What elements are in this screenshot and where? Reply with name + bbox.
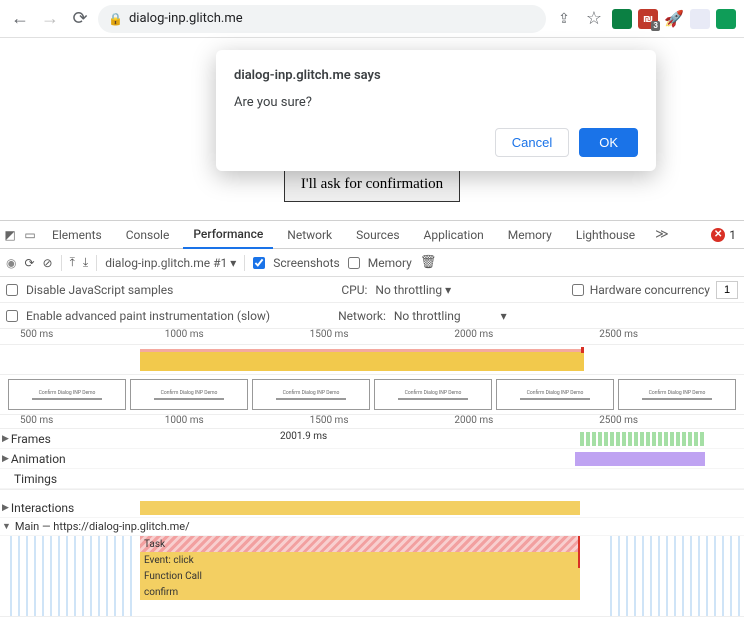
reload-button[interactable]: ⟳ [68,7,92,31]
main-thread-label: Main — https://dialog-inp.glitch.me/ [15,520,190,533]
inspect-icon[interactable]: ◩ [2,228,18,242]
hw-concurrency-checkbox[interactable] [572,284,584,296]
filmstrip-frame[interactable]: Confirm Dialog INP Demo [252,379,370,410]
network-throttle-select[interactable]: No throttling▾ [394,309,514,323]
upload-icon[interactable]: ⤒ [70,255,75,270]
address-bar[interactable]: 🔒 dialog-inp.glitch.me [98,5,546,33]
flame-chart[interactable]: Task Event: click Function Call confirm [0,536,744,616]
cancel-button[interactable]: Cancel [495,128,569,157]
filmstrip[interactable]: Confirm Dialog INP Demo Confirm Dialog I… [0,375,744,415]
track-list: ▶Frames 2001.9 ms ▶Animation Timings [0,429,744,490]
track-list-2: ▶Interactions ▼ Main — https://dialog-in… [0,498,744,617]
timings-track[interactable]: Timings [0,469,744,489]
extension-icon-1[interactable] [612,9,632,29]
perf-settings-row-1: Disable JavaScript samples CPU: No throt… [0,277,744,303]
interactions-track[interactable]: ▶Interactions [0,498,744,518]
chevron-right-icon: ▶ [2,503,9,513]
disable-js-label: Disable JavaScript samples [26,283,173,297]
reload-record-button[interactable]: ⟳ [24,256,34,270]
extension-icon-4[interactable] [690,9,710,29]
device-icon[interactable]: ▭ [22,228,38,242]
gc-icon[interactable]: 🗑 [420,255,437,270]
tab-console[interactable]: Console [116,221,180,249]
hw-concurrency-input[interactable] [716,281,738,299]
cpu-label: CPU: [341,283,367,297]
screenshots-checkbox[interactable] [253,257,265,269]
extension-icon-5[interactable] [716,9,736,29]
frames-track[interactable]: ▶Frames 2001.9 ms [0,429,744,449]
paint-label: Enable advanced paint instrumentation (s… [26,309,270,323]
tab-application[interactable]: Application [414,221,494,249]
hw-concurrency-label: Hardware concurrency [590,283,710,297]
error-icon: ✕ [711,228,725,242]
perf-settings-row-2: Enable advanced paint instrumentation (s… [0,303,744,329]
more-tabs-icon[interactable]: ≫ [649,227,675,242]
dialog-title: dialog-inp.glitch.me says [234,68,638,83]
overview-ruler[interactable]: 500 ms 1000 ms 1500 ms 2000 ms 2500 ms [0,329,744,345]
devtools-tabbar: ◩ ▭ Elements Console Performance Network… [0,221,744,249]
filmstrip-frame[interactable]: Confirm Dialog INP Demo [618,379,736,410]
chevron-down-icon: ▼ [2,521,11,532]
tab-lighthouse[interactable]: Lighthouse [566,221,645,249]
chevron-right-icon: ▶ [2,434,9,444]
filmstrip-frame[interactable]: Confirm Dialog INP Demo [496,379,614,410]
main-thread-header[interactable]: ▼ Main — https://dialog-inp.glitch.me/ [0,518,744,536]
memory-label: Memory [368,256,412,270]
js-confirm-dialog: dialog-inp.glitch.me says Are you sure? … [216,50,656,171]
url-text: dialog-inp.glitch.me [129,11,243,26]
download-icon[interactable]: ⤓ [83,255,88,270]
cpu-throttle-select[interactable]: No throttling ▾ [375,283,451,297]
dialog-message: Are you sure? [234,95,638,110]
browser-toolbar: ← → ⟳ 🔒 dialog-inp.glitch.me ⇪ ☆ ₪3 🚀 [0,0,744,38]
page-viewport: I'll ask for confirmation dialog-inp.gli… [0,38,744,220]
tab-memory[interactable]: Memory [498,221,562,249]
back-button[interactable]: ← [8,7,32,31]
extension-icon-rocket[interactable]: 🚀 [664,9,684,29]
ublock-icon[interactable]: ₪3 [638,9,658,29]
bookmark-icon[interactable]: ☆ [582,7,606,31]
track-ruler[interactable]: 500 ms 1000 ms 1500 ms 2000 ms 2500 ms [0,415,744,429]
error-count: 1 [729,228,736,242]
chevron-right-icon: ▶ [2,454,9,464]
paint-checkbox[interactable] [6,310,18,322]
tab-performance[interactable]: Performance [183,221,273,249]
disable-js-checkbox[interactable] [6,284,18,296]
devtools-panel: ◩ ▭ Elements Console Performance Network… [0,220,744,617]
dialog-actions: Cancel OK [234,128,638,157]
memory-checkbox[interactable] [348,257,360,269]
filmstrip-frame[interactable]: Confirm Dialog INP Demo [130,379,248,410]
tab-sources[interactable]: Sources [346,221,409,249]
perf-toolbar: ◉ ⟳ ⊘ ⤒ ⤓ dialog-inp.glitch.me #1 ▾ Scre… [0,249,744,277]
confirmation-button[interactable]: I'll ask for confirmation [284,167,460,202]
recording-select[interactable]: dialog-inp.glitch.me #1 ▾ [105,256,236,270]
network-label: Network: [338,309,386,323]
frame-duration: 2001.9 ms [280,431,327,442]
lock-icon: 🔒 [108,12,123,26]
animation-track[interactable]: ▶Animation [0,449,744,469]
overview-timeline[interactable] [0,345,744,375]
tab-network[interactable]: Network [277,221,342,249]
error-counter[interactable]: ✕ 1 [711,228,744,242]
filmstrip-frame[interactable]: Confirm Dialog INP Demo [8,379,126,410]
clear-button[interactable]: ⊘ [43,256,53,270]
screenshots-label: Screenshots [273,256,339,270]
tab-elements[interactable]: Elements [42,221,112,249]
ok-button[interactable]: OK [579,128,638,157]
filmstrip-frame[interactable]: Confirm Dialog INP Demo [374,379,492,410]
record-button[interactable]: ◉ [6,256,16,270]
forward-button[interactable]: → [38,7,62,31]
share-icon[interactable]: ⇪ [552,7,576,31]
